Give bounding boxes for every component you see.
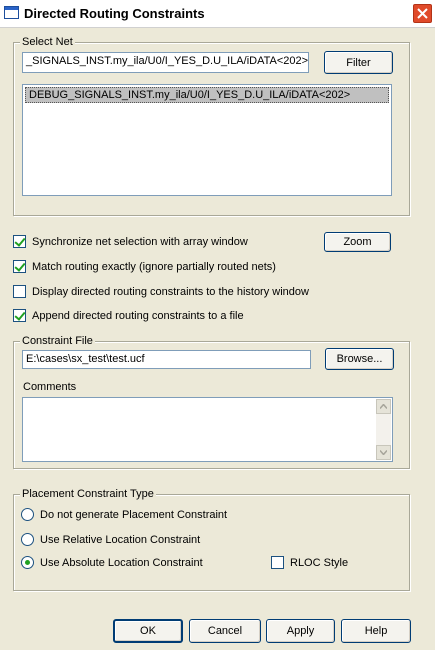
comments-textarea[interactable] bbox=[22, 397, 393, 462]
scroll-down-button[interactable] bbox=[376, 445, 391, 460]
window-title: Directed Routing Constraints bbox=[24, 6, 205, 21]
checkbox-box bbox=[13, 260, 26, 273]
constraint-file-group: Constraint File E:\cases\sx_test\test.uc… bbox=[13, 335, 410, 469]
chevron-up-icon bbox=[380, 404, 387, 409]
checkbox-box bbox=[13, 235, 26, 248]
option-label: Display directed routing constraints to … bbox=[32, 285, 309, 298]
checkbox-box bbox=[13, 285, 26, 298]
option-label: Match routing exactly (ignore partially … bbox=[32, 260, 276, 273]
radio-label: Use Absolute Location Constraint bbox=[40, 556, 203, 569]
close-icon bbox=[417, 8, 428, 19]
radio-circle bbox=[21, 556, 34, 569]
absolute-location-radio[interactable]: Use Absolute Location Constraint bbox=[21, 556, 203, 569]
cancel-button[interactable]: Cancel bbox=[189, 619, 261, 643]
placement-type-legend: Placement Constraint Type bbox=[20, 488, 156, 500]
radio-label: Do not generate Placement Constraint bbox=[40, 508, 228, 521]
constraint-file-legend: Constraint File bbox=[20, 335, 95, 347]
relative-location-radio[interactable]: Use Relative Location Constraint bbox=[21, 533, 200, 546]
browse-button[interactable]: Browse... bbox=[325, 348, 394, 370]
radio-label: Use Relative Location Constraint bbox=[40, 533, 201, 546]
option-label: Append directed routing constraints to a… bbox=[32, 309, 244, 322]
checkbox-box bbox=[13, 309, 26, 322]
ok-button[interactable]: OK bbox=[113, 619, 183, 643]
rloc-label: RLOC Style bbox=[290, 556, 349, 569]
net-list[interactable]: DEBUG_SIGNALS_INST.my_ila/U0/I_YES_D.U_I… bbox=[22, 84, 392, 196]
option-label: Synchronize net selection with array win… bbox=[32, 235, 248, 248]
list-item[interactable]: DEBUG_SIGNALS_INST.my_ila/U0/I_YES_D.U_I… bbox=[25, 87, 389, 103]
close-button[interactable] bbox=[412, 3, 433, 24]
comments-label: Comments bbox=[23, 381, 77, 393]
filter-button[interactable]: Filter bbox=[324, 51, 393, 74]
window-icon bbox=[4, 6, 19, 19]
rloc-style-checkbox[interactable]: RLOC Style bbox=[271, 556, 348, 569]
radio-circle bbox=[21, 533, 34, 546]
select-net-group: Select Net _SIGNALS_INST.my_ila/U0/I_YES… bbox=[13, 36, 410, 216]
placement-type-group: Placement Constraint Type Do not generat… bbox=[13, 488, 410, 591]
no-placement-radio[interactable]: Do not generate Placement Constraint bbox=[21, 508, 227, 521]
constraint-file-input[interactable]: E:\cases\sx_test\test.ucf bbox=[22, 350, 311, 369]
checkbox-box bbox=[271, 556, 284, 569]
display-history-checkbox[interactable]: Display directed routing constraints to … bbox=[13, 285, 309, 298]
radio-circle bbox=[21, 508, 34, 521]
sync-selection-checkbox[interactable]: Synchronize net selection with array win… bbox=[13, 235, 248, 248]
select-net-legend: Select Net bbox=[20, 36, 75, 48]
apply-button[interactable]: Apply bbox=[266, 619, 335, 643]
scroll-up-button[interactable] bbox=[376, 399, 391, 414]
comments-scrollbar[interactable] bbox=[376, 399, 391, 460]
chevron-down-icon bbox=[380, 450, 387, 455]
match-routing-checkbox[interactable]: Match routing exactly (ignore partially … bbox=[13, 260, 276, 273]
help-button[interactable]: Help bbox=[341, 619, 411, 643]
zoom-button[interactable]: Zoom bbox=[324, 232, 391, 252]
append-file-checkbox[interactable]: Append directed routing constraints to a… bbox=[13, 309, 244, 322]
title-bar: Directed Routing Constraints bbox=[0, 0, 435, 28]
net-search-input[interactable]: _SIGNALS_INST.my_ila/U0/I_YES_D.U_ILA/iD… bbox=[22, 52, 309, 73]
